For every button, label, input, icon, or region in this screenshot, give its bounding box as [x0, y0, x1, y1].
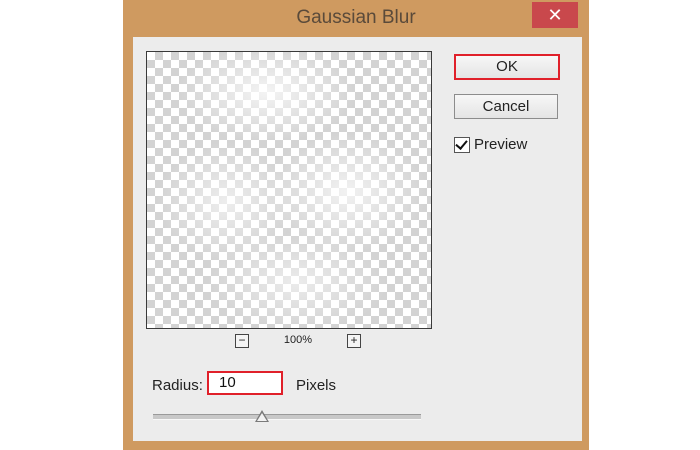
cancel-button[interactable]: Cancel	[454, 94, 558, 119]
blur-preview-canvas[interactable]	[146, 51, 432, 329]
radius-label: Radius:	[152, 377, 203, 394]
screen: Gaussian Blur ✕ − 100% + Radius: 10 Pixe…	[0, 0, 700, 450]
checkmark-icon	[455, 137, 468, 150]
zoom-in-button[interactable]: +	[347, 334, 361, 348]
dialog-body: − 100% + Radius: 10 Pixels OK Cancel Pre…	[133, 37, 582, 441]
radius-unit-label: Pixels	[296, 377, 337, 394]
zoom-level: 100%	[283, 334, 313, 346]
gaussian-blur-dialog: Gaussian Blur ✕ − 100% + Radius: 10 Pixe…	[123, 0, 589, 450]
close-button[interactable]: ✕	[532, 2, 578, 28]
radius-input[interactable]: 10	[207, 371, 283, 395]
radius-slider-track[interactable]	[153, 414, 421, 420]
title-bar[interactable]: Gaussian Blur ✕	[123, 0, 589, 36]
preview-checkbox[interactable]	[454, 137, 470, 153]
zoom-out-button[interactable]: −	[235, 334, 249, 348]
preview-label[interactable]: Preview	[474, 136, 527, 153]
blur-preview-image	[147, 52, 431, 328]
ok-button[interactable]: OK	[454, 54, 560, 80]
dialog-title: Gaussian Blur	[296, 7, 416, 28]
slider-thumb-highlight	[257, 413, 267, 421]
